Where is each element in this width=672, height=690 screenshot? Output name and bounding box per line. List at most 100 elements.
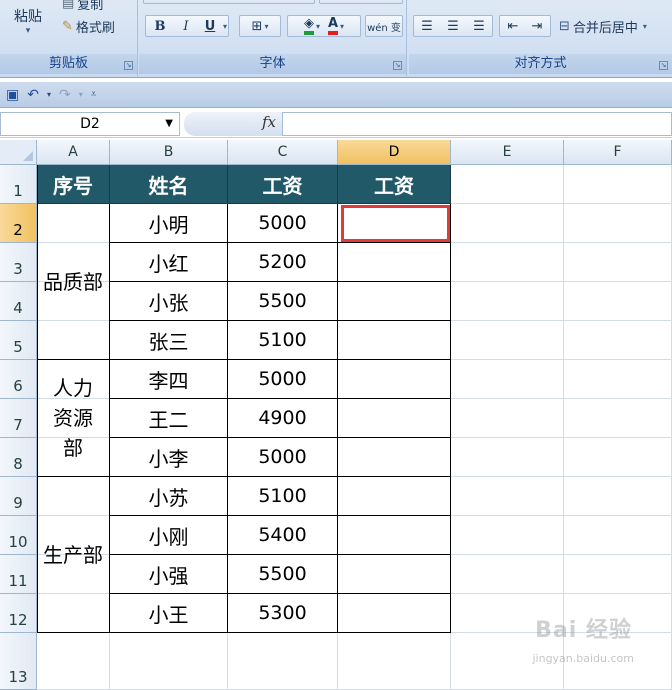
selected-cell-d2[interactable] (341, 205, 450, 242)
name-cell[interactable]: 小李 (110, 438, 228, 477)
salary-cell[interactable]: 5000 (228, 360, 338, 399)
fill-color-dropdown-icon[interactable]: ▾ (316, 22, 320, 31)
insert-function-icon[interactable]: fx (262, 113, 276, 131)
salary-cell[interactable]: 5100 (228, 477, 338, 516)
font-size-select[interactable] (319, 0, 403, 4)
salary-cell[interactable]: 5500 (228, 555, 338, 594)
new-salary-cell[interactable] (338, 321, 451, 360)
fill-color-icon[interactable]: ◈ (303, 17, 314, 35)
salary-cell[interactable]: 5500 (228, 282, 338, 321)
undo-dropdown-icon[interactable]: ▾ (47, 90, 51, 99)
bold-button[interactable]: B (147, 19, 173, 34)
header-cell-d[interactable]: 工资 (338, 165, 451, 204)
header-cell-a[interactable]: 序号 (37, 165, 110, 204)
clipboard-launcher-icon[interactable]: ↘ (124, 61, 133, 70)
name-cell[interactable]: 小刚 (110, 516, 228, 555)
align-left-icon[interactable]: ☰ (414, 19, 440, 34)
row-header-8[interactable]: 8 (0, 438, 37, 477)
font-color-dropdown-icon[interactable]: ▾ (340, 22, 344, 31)
row-header-2[interactable]: 2 (0, 204, 37, 243)
new-salary-cell[interactable] (338, 438, 451, 477)
redo-icon[interactable]: ↷ (59, 87, 71, 103)
salary-cell[interactable]: 4900 (228, 399, 338, 438)
name-cell[interactable]: 小王 (110, 594, 228, 633)
horizontal-align-buttons: ☰ ☰ ☰ (413, 15, 493, 37)
header-cell-b[interactable]: 姓名 (110, 165, 228, 204)
align-right-icon[interactable]: ☰ (466, 19, 492, 34)
font-launcher-icon[interactable]: ↘ (393, 61, 402, 70)
undo-icon[interactable]: ↶ (27, 87, 39, 103)
row-header-10[interactable]: 10 (0, 516, 37, 555)
salary-cell[interactable]: 5000 (228, 438, 338, 477)
new-salary-cell[interactable] (338, 360, 451, 399)
align-center-icon[interactable]: ☰ (440, 19, 466, 34)
select-all-corner[interactable] (0, 140, 37, 165)
salary-cell[interactable]: 5200 (228, 243, 338, 282)
underline-button[interactable]: U (199, 19, 221, 34)
name-cell[interactable]: 小张 (110, 282, 228, 321)
name-cell[interactable]: 张三 (110, 321, 228, 360)
name-box[interactable]: D2 ▼ (0, 112, 180, 136)
name-cell[interactable]: 小红 (110, 243, 228, 282)
row-header-9[interactable]: 9 (0, 477, 37, 516)
department-cell[interactable]: 人力 资源部 (37, 360, 110, 477)
column-header-b[interactable]: B (110, 140, 228, 165)
copy-button[interactable]: ▤ 复制 (62, 0, 103, 13)
paste-button[interactable]: 粘贴 ▾ (14, 6, 42, 36)
format-painter-button[interactable]: ✎ 格式刷 (62, 17, 115, 36)
salary-cell[interactable]: 5000 (228, 204, 338, 243)
department-cell[interactable]: 品质部 (37, 204, 110, 360)
row-header-13[interactable]: 13 (0, 633, 37, 690)
row-header-6[interactable]: 6 (0, 360, 37, 399)
row-header-3[interactable]: 3 (0, 243, 37, 282)
new-salary-cell[interactable] (338, 282, 451, 321)
salary-cell[interactable]: 5400 (228, 516, 338, 555)
font-name-select[interactable] (143, 0, 315, 4)
customize-qat-icon[interactable]: ⩡ (91, 89, 97, 100)
formula-input[interactable] (282, 112, 672, 136)
salary-cell[interactable]: 5300 (228, 594, 338, 633)
increase-indent-icon[interactable]: ⇥ (525, 19, 549, 34)
row-header-1[interactable]: 1 (0, 165, 37, 204)
border-button[interactable]: ⊞ ▾ (239, 15, 281, 37)
new-salary-cell[interactable] (338, 555, 451, 594)
name-cell[interactable]: 小苏 (110, 477, 228, 516)
column-header-f[interactable]: F (564, 140, 672, 165)
header-cell-c[interactable]: 工资 (228, 165, 338, 204)
new-salary-cell[interactable] (338, 594, 451, 633)
column-header-e[interactable]: E (451, 140, 564, 165)
underline-dropdown-icon[interactable]: ▾ (223, 22, 227, 31)
row-header-11[interactable]: 11 (0, 555, 37, 594)
save-icon[interactable]: ▣ (6, 87, 19, 103)
name-cell[interactable]: 小明 (110, 204, 228, 243)
merge-center-label: 合并后居中 (572, 21, 638, 36)
italic-button[interactable]: I (173, 19, 199, 34)
row-header-4[interactable]: 4 (0, 282, 37, 321)
merge-center-button[interactable]: ⊟ 合并后居中 ▾ (559, 17, 647, 36)
column-header-c[interactable]: C (228, 140, 338, 165)
new-salary-cell[interactable] (338, 243, 451, 282)
new-salary-cell[interactable] (338, 399, 451, 438)
font-style-buttons: B I U ▾ (145, 15, 229, 37)
salary-cell[interactable]: 5100 (228, 321, 338, 360)
name-cell[interactable]: 王二 (110, 399, 228, 438)
row-header-12[interactable]: 12 (0, 594, 37, 633)
row-header-5[interactable]: 5 (0, 321, 37, 360)
redo-dropdown-icon[interactable]: ▾ (79, 90, 83, 99)
worksheet-grid[interactable]: A B C D E F 1 2 3 4 5 6 7 8 9 10 11 12 13 序号 姓名 工资 工资 品质部 人力 资源部生… (0, 140, 672, 690)
column-header-d[interactable]: D (338, 140, 451, 165)
name-cell[interactable]: 小强 (110, 555, 228, 594)
alignment-launcher-icon[interactable]: ↘ (659, 61, 668, 70)
new-salary-cell[interactable] (338, 516, 451, 555)
name-cell[interactable]: 李四 (110, 360, 228, 399)
column-header-a[interactable]: A (37, 140, 110, 165)
name-box-dropdown-icon[interactable]: ▼ (165, 113, 173, 135)
row-header-7[interactable]: 7 (0, 399, 37, 438)
department-cell[interactable]: 生产部 (37, 477, 110, 633)
font-color-button[interactable]: A (327, 17, 339, 35)
phonetic-button[interactable]: wén 变 (365, 15, 403, 37)
new-salary-cell[interactable] (338, 477, 451, 516)
table-left-border (37, 165, 38, 633)
font-group-title: 字体 (139, 54, 406, 74)
decrease-indent-icon[interactable]: ⇤ (501, 19, 525, 34)
